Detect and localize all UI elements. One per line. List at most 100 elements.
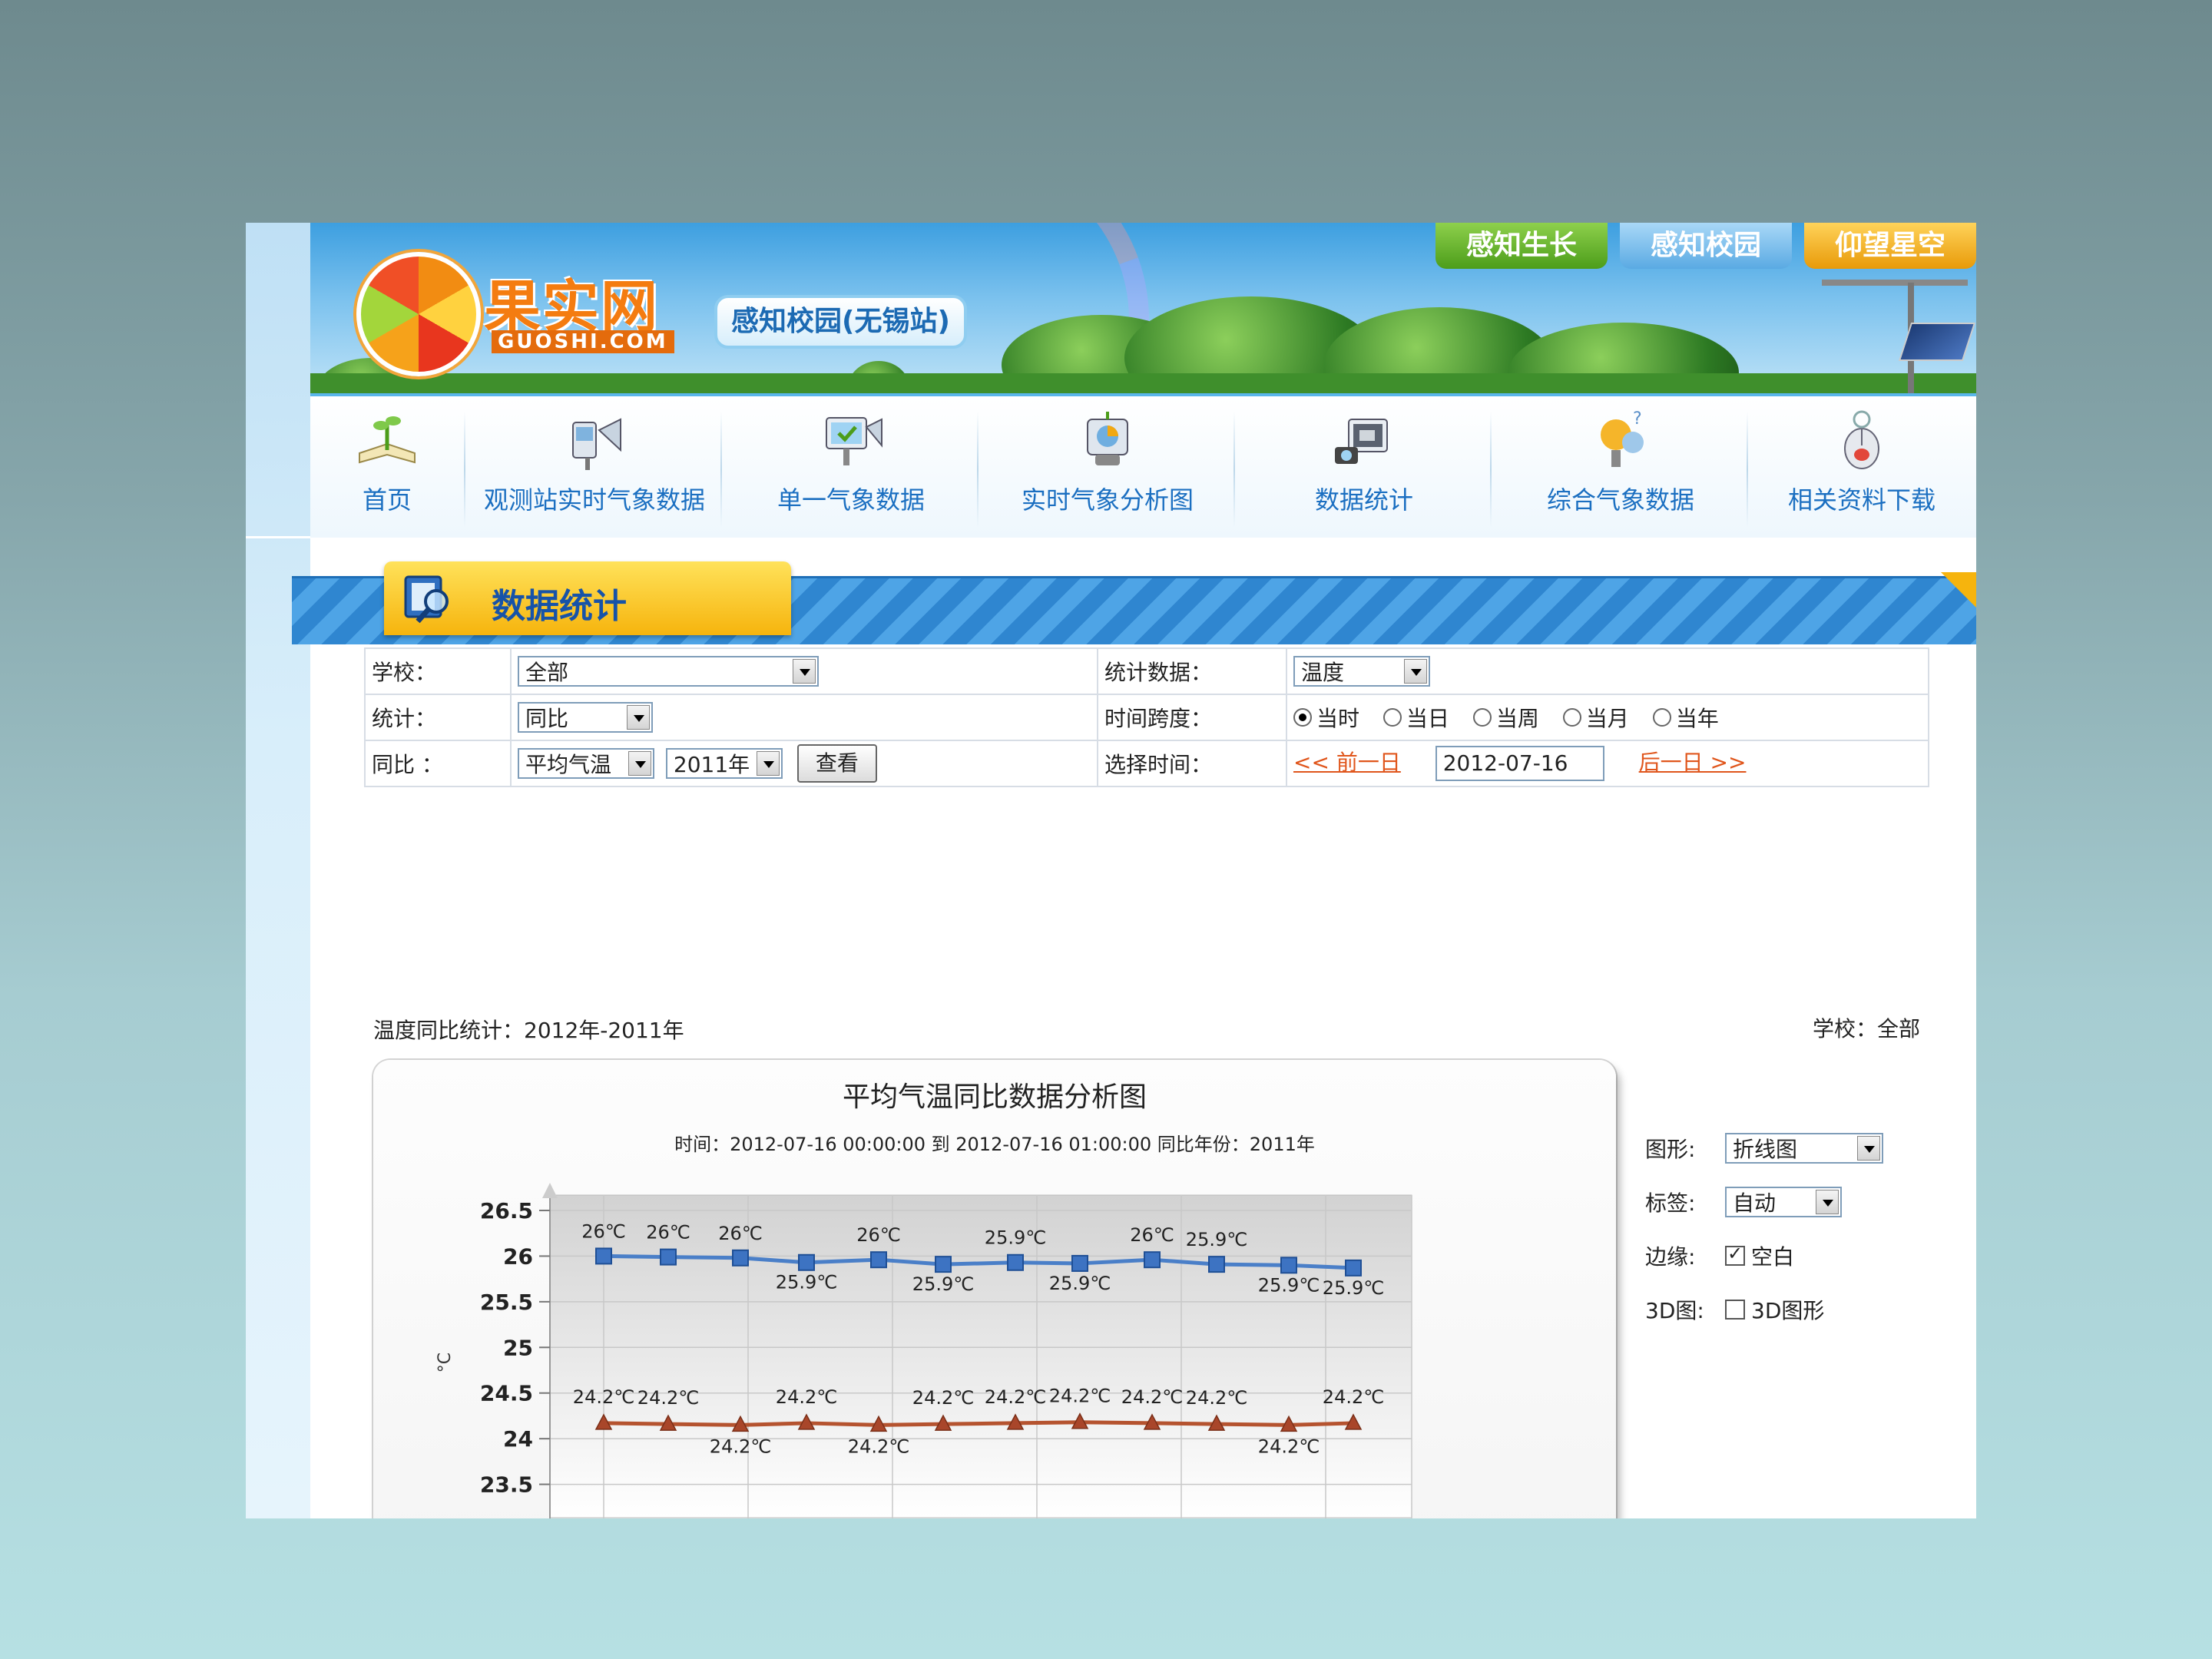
time-span-cell: 当时 当日 当周 当月 当年 bbox=[1286, 694, 1929, 741]
data-point-2012 bbox=[732, 1249, 749, 1267]
top-tab-growth[interactable]: 感知生长 bbox=[1435, 223, 1608, 269]
stat-select[interactable]: 同比 bbox=[518, 702, 653, 733]
hill-decor bbox=[310, 373, 1976, 393]
chevron-down-icon[interactable] bbox=[627, 705, 650, 730]
analysis-chart-icon bbox=[1087, 412, 1128, 465]
nav-item-data-statistics[interactable]: 数据统计 bbox=[1241, 396, 1487, 538]
top-tab-sky[interactable]: 仰望星空 bbox=[1804, 223, 1976, 269]
chevron-down-icon[interactable] bbox=[756, 751, 780, 776]
orange-logo-icon[interactable] bbox=[356, 252, 481, 376]
radio-label: 当时 bbox=[1316, 706, 1360, 731]
weather-pole-icon bbox=[1822, 280, 1968, 286]
school-select[interactable]: 全部 bbox=[518, 656, 819, 687]
data-point-2012 bbox=[1144, 1251, 1161, 1269]
main-nav: 首页 观测站实时气象数据 单一气象数据 实时气象分析图 数据统计 ? 综合气象数… bbox=[310, 393, 1976, 538]
download-mouse-icon bbox=[1844, 410, 1879, 469]
y-tick-label: 24.5 bbox=[480, 1381, 533, 1406]
nav-item-home[interactable]: 首页 bbox=[326, 396, 449, 538]
data-point-2012 bbox=[1208, 1256, 1225, 1273]
view-button[interactable]: 查看 bbox=[796, 744, 877, 783]
stat-data-select[interactable]: 温度 bbox=[1293, 656, 1430, 687]
radio-month[interactable] bbox=[1562, 708, 1581, 727]
shape-select[interactable]: 折线图 bbox=[1725, 1133, 1883, 1164]
data-point-2012 bbox=[595, 1247, 612, 1265]
magnifier-icon bbox=[404, 575, 449, 624]
chevron-down-icon[interactable] bbox=[628, 751, 651, 776]
school-select-value: 全部 bbox=[525, 660, 569, 685]
threed-row: 3D图: 3D图形 bbox=[1645, 1283, 1883, 1336]
data-point-2012 bbox=[1071, 1254, 1088, 1272]
data-point-2012 bbox=[1345, 1259, 1362, 1277]
data-label: 26℃ bbox=[1130, 1224, 1174, 1246]
data-label: 24.2℃ bbox=[637, 1387, 699, 1409]
y-ticks: 26.52625.52524.52423.523 bbox=[480, 1198, 550, 1518]
left-decor-bar bbox=[246, 223, 310, 1518]
chart-title: 平均气温同比数据分析图 bbox=[843, 1081, 1147, 1113]
svg-text:?: ? bbox=[1633, 409, 1642, 429]
radio-week[interactable] bbox=[1472, 708, 1492, 727]
next-day-link[interactable]: 后一日 >> bbox=[1639, 750, 1747, 775]
data-label: 24.2℃ bbox=[1121, 1386, 1183, 1408]
site-banner: 果实网 GUOSHI.COM 感知校园(无锡站) 感知生长 感知校园 仰望星空 bbox=[310, 223, 1976, 393]
nav-item-download[interactable]: 相关资料下载 bbox=[1754, 396, 1969, 538]
data-statistics-icon bbox=[1335, 419, 1388, 464]
nav-item-single-data[interactable]: 单一气象数据 bbox=[728, 396, 974, 538]
edge-checkbox[interactable] bbox=[1725, 1243, 1745, 1266]
y-axis-arrow-icon bbox=[542, 1183, 558, 1198]
chevron-down-icon[interactable] bbox=[793, 659, 816, 684]
prev-day-link[interactable]: << 前一日 bbox=[1293, 750, 1401, 775]
stat-label: 统计： bbox=[364, 694, 512, 741]
threed-option-label: 3D图形 bbox=[1751, 1298, 1825, 1323]
nav-item-combined-data[interactable]: ? 综合气象数据 bbox=[1498, 396, 1743, 538]
data-label: 26℃ bbox=[581, 1220, 626, 1242]
combined-data-icon: ? bbox=[1601, 409, 1644, 467]
threed-checkbox[interactable] bbox=[1725, 1300, 1745, 1320]
data-label: 24.2℃ bbox=[776, 1386, 837, 1408]
data-point-2012 bbox=[1280, 1257, 1297, 1274]
data-label: 24.2℃ bbox=[912, 1387, 974, 1409]
compare-year-select[interactable]: 2011年 bbox=[665, 748, 783, 779]
data-label: 24.2℃ bbox=[573, 1386, 634, 1408]
date-input[interactable]: 2012-07-16 bbox=[1435, 746, 1604, 781]
y-tick-label: 25.5 bbox=[480, 1290, 533, 1315]
stat-select-value: 同比 bbox=[525, 706, 569, 731]
chevron-down-icon[interactable] bbox=[1816, 1190, 1839, 1214]
browser-page: 果实网 GUOSHI.COM 感知校园(无锡站) 感知生长 感知校园 仰望星空 … bbox=[246, 223, 1976, 1518]
nav-label: 实时气象分析图 bbox=[1021, 485, 1194, 515]
nav-label: 相关资料下载 bbox=[1787, 485, 1936, 515]
y-axis-label: °C bbox=[435, 1353, 455, 1373]
edge-label: 边缘: bbox=[1645, 1244, 1696, 1270]
radio-now[interactable] bbox=[1293, 708, 1312, 727]
data-label: 25.9℃ bbox=[1323, 1277, 1384, 1299]
compare-cell: 平均气温 2011年 查看 bbox=[510, 740, 1098, 787]
radio-day[interactable] bbox=[1382, 708, 1402, 727]
logo-subtext[interactable]: GUOSHI.COM bbox=[492, 330, 674, 353]
compare-metric-value: 平均气温 bbox=[525, 752, 612, 777]
home-book-icon bbox=[359, 416, 416, 464]
chart-options: 图形: 折线图 标签: 自动 边缘: 空白 3D图: 3D图形 bbox=[1645, 1121, 1883, 1336]
edge-option-label: 空白 bbox=[1751, 1244, 1795, 1270]
section-corner-decor bbox=[1941, 572, 1976, 608]
nav-item-analysis-chart[interactable]: 实时气象分析图 bbox=[985, 396, 1230, 538]
tag-select[interactable]: 自动 bbox=[1725, 1187, 1842, 1217]
edge-row: 边缘: 空白 bbox=[1645, 1229, 1883, 1283]
compare-metric-select[interactable]: 平均气温 bbox=[518, 748, 654, 779]
data-point-2012 bbox=[870, 1251, 887, 1269]
top-tab-campus[interactable]: 感知校园 bbox=[1620, 223, 1792, 269]
plot-area bbox=[549, 1194, 1412, 1518]
nav-item-observation[interactable]: 观测站实时气象数据 bbox=[472, 396, 717, 538]
y-tick-label: 23.5 bbox=[480, 1472, 533, 1498]
data-label: 24.2℃ bbox=[985, 1386, 1046, 1408]
chevron-down-icon[interactable] bbox=[1857, 1136, 1880, 1161]
data-label: 26℃ bbox=[718, 1223, 763, 1244]
chart-subtitle: 时间：2012-07-16 00:00:00 到 2012-07-16 01:0… bbox=[674, 1134, 1315, 1155]
radio-label: 当日 bbox=[1406, 706, 1449, 731]
tag-row: 标签: 自动 bbox=[1645, 1175, 1883, 1229]
tag-label: 标签: bbox=[1645, 1190, 1696, 1216]
radio-year[interactable] bbox=[1652, 708, 1671, 727]
nav-label: 数据统计 bbox=[1314, 485, 1413, 515]
data-point-2012 bbox=[660, 1248, 677, 1266]
data-label: 25.9℃ bbox=[985, 1227, 1046, 1249]
section-header: 数据统计 bbox=[292, 561, 1976, 644]
chevron-down-icon[interactable] bbox=[1404, 659, 1427, 684]
